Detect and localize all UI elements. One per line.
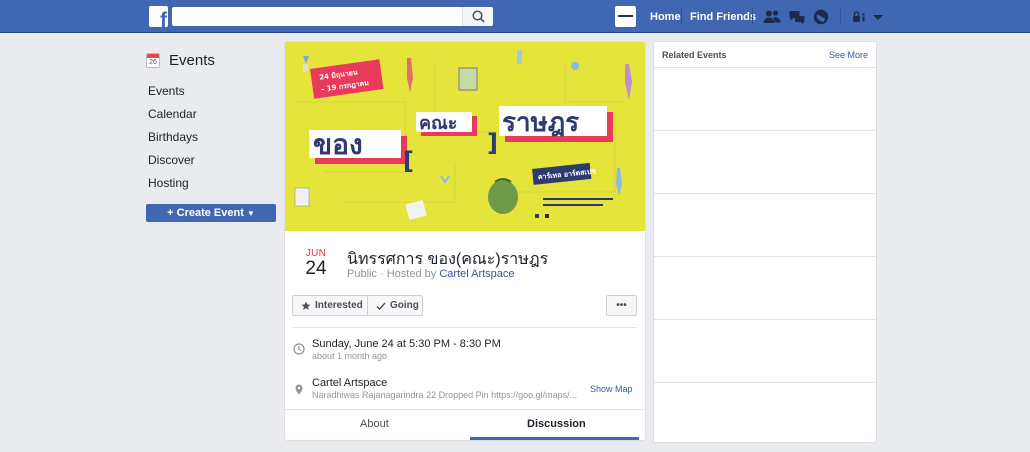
related-divider bbox=[654, 67, 876, 68]
home-link[interactable]: Home bbox=[650, 11, 681, 23]
svg-text:]: ] bbox=[487, 129, 498, 157]
search-icon bbox=[472, 10, 485, 23]
sidebar-item-hosting[interactable]: Hosting bbox=[148, 176, 189, 190]
sidebar-item-calendar[interactable]: Calendar bbox=[148, 107, 197, 121]
star-icon bbox=[301, 301, 311, 310]
event-card: 24 มิถุนายน – 19 กรกฎาคม ของ [ คณะ ] ราษ… bbox=[284, 41, 646, 441]
clock-icon bbox=[293, 343, 305, 355]
svg-text:คณะ: คณะ bbox=[419, 113, 457, 134]
top-navigation-bar: f Home Find Friends bbox=[0, 0, 1030, 33]
related-divider bbox=[654, 193, 876, 194]
plus-icon: + bbox=[167, 207, 174, 219]
related-events-title: Related Events bbox=[662, 50, 727, 60]
see-more-link[interactable]: See More bbox=[829, 50, 868, 60]
related-divider bbox=[654, 256, 876, 257]
going-button[interactable]: Going bbox=[367, 295, 423, 316]
interested-button[interactable]: Interested bbox=[292, 295, 368, 316]
tab-about[interactable]: About bbox=[360, 418, 389, 430]
event-day: 24 bbox=[305, 258, 327, 279]
facebook-logo-icon[interactable]: f bbox=[149, 6, 168, 27]
search-input[interactable] bbox=[172, 7, 462, 26]
create-event-button[interactable]: + Create Event ▼ bbox=[146, 204, 276, 222]
event-privacy: Public · Hosted by bbox=[347, 268, 437, 280]
sidebar-item-discover[interactable]: Discover bbox=[148, 153, 195, 167]
svg-text:ราษฎร: ราษฎร bbox=[502, 108, 579, 138]
create-event-label: Create Event bbox=[176, 207, 244, 219]
caret-down-icon: ▼ bbox=[246, 209, 255, 218]
event-location-name[interactable]: Cartel Artspace bbox=[312, 377, 387, 389]
search-button[interactable] bbox=[462, 7, 493, 26]
cover-artwork: 24 มิถุนายน – 19 กรกฎาคม ของ [ คณะ ] ราษ… bbox=[294, 50, 632, 221]
checkmark-icon bbox=[376, 302, 386, 311]
event-date-badge: JUN 24 bbox=[301, 248, 331, 279]
svg-text:ของ: ของ bbox=[313, 128, 363, 161]
nav-separator bbox=[752, 8, 753, 24]
sidebar-item-birthdays[interactable]: Birthdays bbox=[148, 130, 198, 144]
event-time-relative: about 1 month ago bbox=[312, 351, 388, 361]
event-subtitle: Public · Hosted by Cartel Artspace bbox=[347, 268, 515, 280]
more-options-button[interactable]: ••• bbox=[606, 295, 637, 316]
active-tab-indicator bbox=[470, 437, 639, 440]
show-map-link[interactable]: Show Map bbox=[590, 384, 633, 394]
tab-discussion[interactable]: Discussion bbox=[527, 418, 586, 430]
divider bbox=[293, 327, 637, 328]
svg-text:[: [ bbox=[403, 147, 414, 175]
more-dots-icon: ••• bbox=[616, 300, 627, 311]
event-location-address: Naradhiwas Rajanagarindra 22 Dropped Pin… bbox=[312, 390, 578, 400]
tabs-divider bbox=[285, 409, 645, 410]
location-pin-icon bbox=[295, 384, 303, 395]
related-events-panel: Related Events See More bbox=[653, 41, 877, 443]
related-divider bbox=[654, 382, 876, 383]
event-time[interactable]: Sunday, June 24 at 5:30 PM - 8:30 PM bbox=[312, 338, 501, 350]
friend-requests-icon[interactable] bbox=[762, 7, 782, 27]
nav-separator bbox=[681, 8, 682, 24]
sidebar-title: Events bbox=[169, 52, 215, 69]
event-cover-image[interactable]: 24 มิถุนายน – 19 กรกฎาคม ของ [ คณะ ] ราษ… bbox=[285, 42, 645, 231]
find-friends-link[interactable]: Find Friends bbox=[690, 11, 756, 23]
event-host-link[interactable]: Cartel Artspace bbox=[439, 268, 514, 280]
related-divider bbox=[654, 130, 876, 131]
calendar-icon: 26 bbox=[146, 53, 160, 68]
account-menu-icon[interactable] bbox=[869, 7, 889, 27]
messages-icon[interactable] bbox=[787, 7, 807, 27]
nav-separator bbox=[840, 8, 841, 24]
sidebar-item-events[interactable]: Events bbox=[148, 84, 185, 98]
profile-avatar[interactable] bbox=[615, 6, 636, 27]
search-bar bbox=[172, 7, 493, 26]
related-divider bbox=[654, 319, 876, 320]
notifications-icon[interactable] bbox=[811, 7, 831, 27]
quick-help-icon[interactable] bbox=[850, 7, 870, 27]
